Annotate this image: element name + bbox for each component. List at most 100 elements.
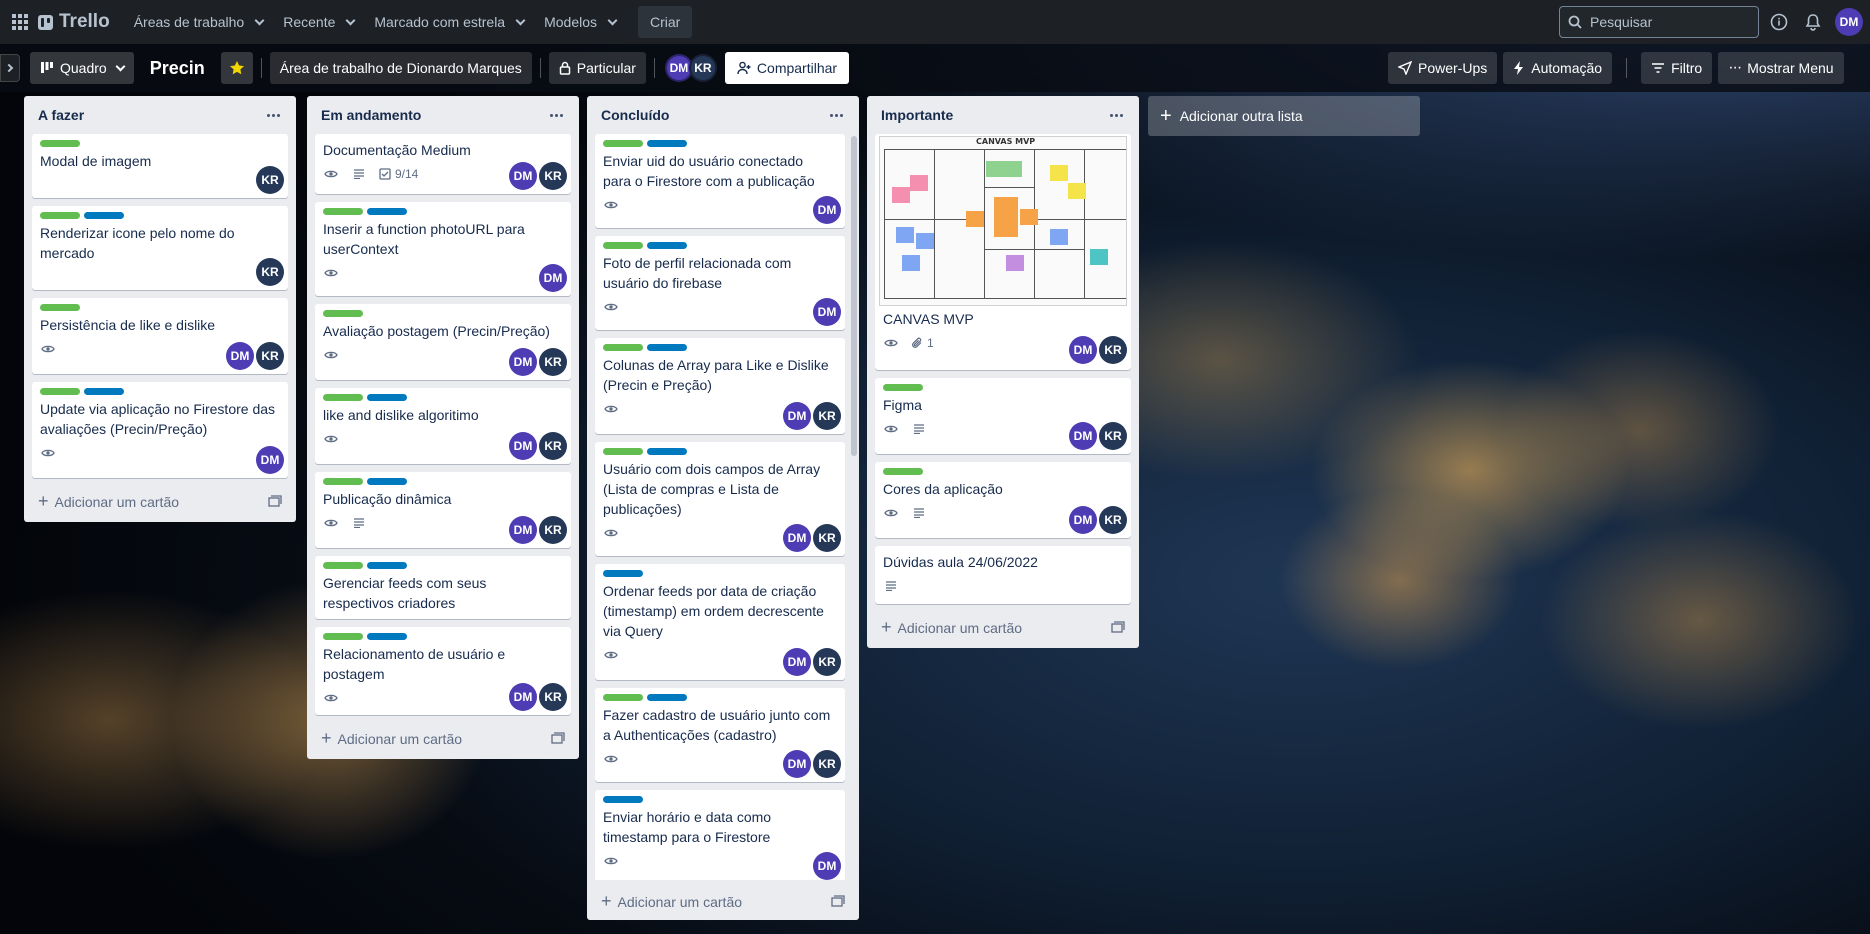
card[interactable]: Foto de perfil relacionada com usuário d… [595,236,845,330]
show-menu-button[interactable]: ··· Mostrar Menu [1718,52,1844,84]
member-avatar-kr[interactable]: KR [539,348,567,376]
card[interactable]: Fazer cadastro de usuário junto com a Au… [595,688,845,782]
label-blue[interactable] [647,140,687,147]
sidebar-expand-button[interactable] [0,54,20,82]
card[interactable]: Avaliação postagem (Precin/Preção) DM KR [315,304,571,380]
label-blue[interactable] [367,478,407,485]
member-avatar-kr[interactable]: KR [539,683,567,711]
add-card-button[interactable]: + Adicionar um cartão [32,486,288,518]
add-card-button[interactable]: + Adicionar um cartão [315,723,571,755]
member-avatar-kr[interactable]: KR [539,516,567,544]
card[interactable]: Publicação dinâmica DM KR [315,472,571,548]
create-button[interactable]: Criar [638,6,693,38]
label-green[interactable] [603,448,643,455]
label-green[interactable] [603,242,643,249]
card[interactable]: Update via aplicação no Firestore das av… [32,382,288,478]
member-avatar-dm[interactable]: DM [509,683,537,711]
member-avatar-kr[interactable]: KR [813,750,841,778]
member-avatar-kr[interactable]: KR [539,162,567,190]
label-green[interactable] [323,478,363,485]
label-green[interactable] [323,310,363,317]
member-avatar-kr[interactable]: KR [1099,506,1127,534]
label-blue[interactable] [84,388,124,395]
trello-logo[interactable]: Trello [38,11,110,33]
member-avatar-dm[interactable]: DM [813,298,841,326]
visibility-button[interactable]: Particular [548,52,646,84]
list-menu-icon[interactable] [1110,113,1127,117]
label-green[interactable] [603,344,643,351]
template-card-icon[interactable] [1111,620,1125,636]
workspace-button[interactable]: Área de trabalho de Dionardo Marques [269,52,532,84]
list-title[interactable]: A fazer [38,107,84,123]
card[interactable]: Persistência de like e dislike DM KR [32,298,288,374]
label-blue[interactable] [603,570,643,577]
add-card-button[interactable]: + Adicionar um cartão [875,612,1131,644]
label-green[interactable] [883,468,923,475]
member-avatar-kr[interactable]: KR [813,402,841,430]
member-avatar-kr[interactable]: KR [256,342,284,370]
label-green[interactable] [40,140,80,147]
member-avatar-dm[interactable]: DM [783,524,811,552]
template-card-icon[interactable] [268,494,282,510]
member-avatar-dm[interactable]: DM [783,750,811,778]
member-avatar-dm[interactable]: DM [783,648,811,676]
filter-button[interactable]: Filtro [1641,52,1713,84]
member-avatar-kr[interactable]: KR [813,648,841,676]
card[interactable]: Renderizar icone pelo nome do mercado KR [32,206,288,290]
member-avatar-dm[interactable]: DM [783,402,811,430]
user-avatar[interactable]: DM [1835,8,1863,36]
card[interactable]: Usuário com dois campos de Array (Lista … [595,442,845,556]
label-green[interactable] [40,304,80,311]
notifications-bell-icon[interactable] [1803,12,1823,32]
powerups-button[interactable]: Power-Ups [1388,52,1498,84]
list-menu-icon[interactable] [550,113,567,117]
label-green[interactable] [40,388,80,395]
member-avatar-kr[interactable]: KR [539,432,567,460]
card[interactable]: Modal de imagem KR [32,134,288,198]
card[interactable]: CANVAS MVP CANVAS MVP 1 DM KR [875,134,1131,370]
board-title[interactable]: Precin [150,58,205,79]
label-green[interactable] [323,562,363,569]
template-card-icon[interactable] [831,894,845,910]
member-avatar-dm[interactable]: DM [509,348,537,376]
label-green[interactable] [323,394,363,401]
template-card-icon[interactable] [551,731,565,747]
member-avatar-dm[interactable]: DM [256,446,284,474]
member-avatar-dm[interactable]: DM [539,264,567,292]
search-input[interactable]: Pesquisar [1559,6,1759,38]
label-blue[interactable] [84,212,124,219]
member-avatar-dm[interactable]: DM [813,196,841,224]
card[interactable]: Gerenciar feeds com seus respectivos cri… [315,556,571,619]
member-avatar-kr[interactable]: KR [1099,422,1127,450]
member-avatar-kr[interactable]: KR [1099,336,1127,364]
member-avatar-dm[interactable]: DM [813,852,841,880]
label-green[interactable] [323,633,363,640]
member-avatar-dm[interactable]: DM [1069,422,1097,450]
member-avatar-dm[interactable]: DM [509,432,537,460]
card[interactable]: Cores da aplicação DM KR [875,462,1131,538]
label-blue[interactable] [647,344,687,351]
member-avatar-dm[interactable]: DM [1069,336,1097,364]
card[interactable]: Documentação Medium 9/14 DM KR [315,134,571,194]
card[interactable]: Figma DM KR [875,378,1131,454]
view-switcher-button[interactable]: Quadro [30,52,134,84]
label-blue[interactable] [647,694,687,701]
automation-button[interactable]: Automação [1503,52,1613,84]
menu-workspaces[interactable]: Áreas de trabalho [124,6,274,38]
card[interactable]: Enviar horário e data como timestamp par… [595,790,845,880]
member-avatar-kr[interactable]: KR [256,258,284,286]
add-card-button[interactable]: + Adicionar um cartão [595,886,851,918]
menu-recent[interactable]: Recente [273,6,364,38]
label-blue[interactable] [367,633,407,640]
card[interactable]: Ordenar feeds por data de criação (times… [595,564,845,680]
label-green[interactable] [323,208,363,215]
list-menu-icon[interactable] [267,113,284,117]
label-blue[interactable] [367,394,407,401]
member-avatar-kr[interactable]: KR [813,524,841,552]
menu-templates[interactable]: Modelos [534,6,626,38]
member-avatar-kr[interactable]: KR [256,166,284,194]
card[interactable]: Inserir a function photoURL para userCon… [315,202,571,296]
member-avatar-dm[interactable]: DM [226,342,254,370]
info-icon[interactable] [1769,12,1789,32]
card[interactable]: Relacionamento de usuário e postagem DM K… [315,627,571,715]
